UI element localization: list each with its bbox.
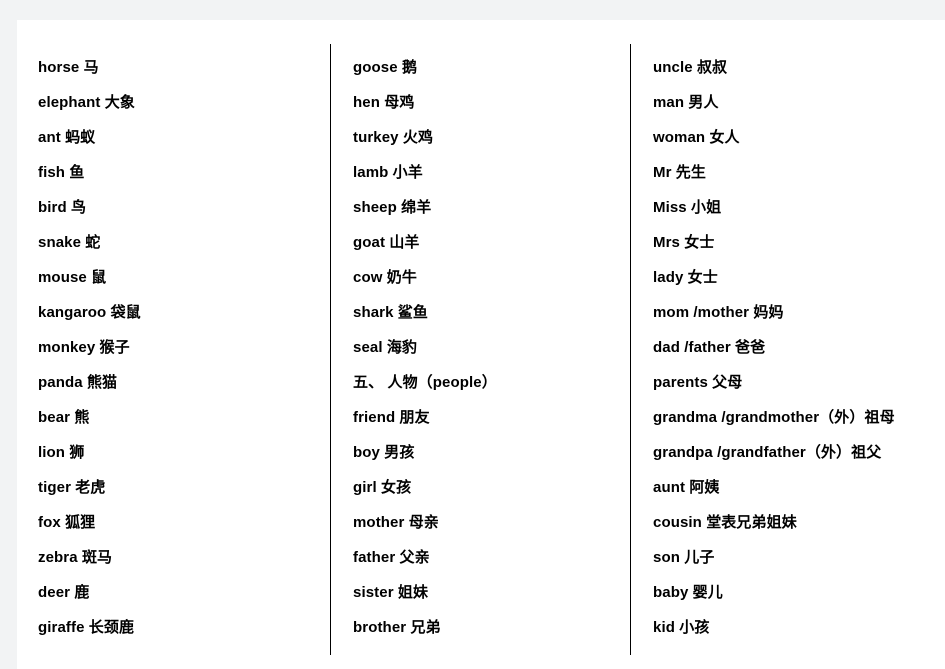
vocabulary-entry: man 男人	[653, 94, 719, 111]
vocabulary-entry: horse 马	[38, 59, 99, 76]
vocabulary-entry: sister 姐妹	[353, 584, 429, 601]
vocabulary-entry: aunt 阿姨	[653, 479, 720, 496]
vocabulary-entry: dad /father 爸爸	[653, 339, 766, 356]
vocabulary-entry: fox 狐狸	[38, 514, 96, 531]
vocabulary-entry: giraffe 长颈鹿	[38, 619, 135, 636]
vocabulary-entry: son 儿子	[653, 549, 715, 566]
column-3-people: uncle 叔叔 man 男人 woman 女人 Mr 先生 Miss 小姐 Mrs 女士…	[630, 44, 945, 655]
vocabulary-entry: lamb 小羊	[353, 164, 423, 181]
vocabulary-entry: bird 鸟	[38, 199, 87, 216]
vocabulary-entry: father 父亲	[353, 549, 430, 566]
vocabulary-entry: girl 女孩	[353, 479, 412, 496]
column-1-animals: horse 马 elephant 大象 ant 蚂蚁 fish 鱼 bird 鸟 snak…	[17, 44, 330, 655]
vocabulary-entry: lion 狮	[38, 444, 85, 461]
vocabulary-entry: seal 海豹	[353, 339, 418, 356]
vocabulary-entry: panda 熊猫	[38, 374, 118, 391]
vocabulary-table: horse 马 elephant 大象 ant 蚂蚁 fish 鱼 bird 鸟 snak…	[17, 44, 945, 669]
vocabulary-entry: tiger 老虎	[38, 479, 106, 496]
vocabulary-entry: parents 父母	[653, 374, 743, 391]
vocabulary-entry: Mr 先生	[653, 164, 707, 181]
vocabulary-entry: sheep 绵羊	[353, 199, 432, 216]
vocabulary-entry: fish 鱼	[38, 164, 85, 181]
section-heading: 五、 人物（people）	[353, 374, 497, 391]
vocabulary-entry: ant 蚂蚁	[38, 129, 96, 146]
vocabulary-entry: Mrs 女士	[653, 234, 715, 251]
vocabulary-entry: deer 鹿	[38, 584, 90, 601]
vocabulary-entry: Miss 小姐	[653, 199, 722, 216]
vocabulary-entry: friend 朋友	[353, 409, 430, 426]
vocabulary-entry: mom /mother 妈妈	[653, 304, 784, 321]
vocabulary-entry: kangaroo 袋鼠	[38, 304, 141, 321]
vocabulary-entry: monkey 猴子	[38, 339, 130, 356]
column-2-animals-people: goose 鹅 hen 母鸡 turkey 火鸡 lamb 小羊 sheep 绵羊 goa…	[330, 44, 630, 655]
vocabulary-entry: uncle 叔叔	[653, 59, 728, 76]
vocabulary-entry: cousin 堂表兄弟姐妹	[653, 514, 797, 531]
vocabulary-entry: kid 小孩	[653, 619, 710, 636]
vocabulary-entry: mother 母亲	[353, 514, 439, 531]
vocabulary-entry: grandma /grandmother（外）祖母	[653, 409, 895, 426]
vocabulary-entry: mouse 鼠	[38, 269, 107, 286]
vocabulary-entry: brother 兄弟	[353, 619, 441, 636]
document-page: horse 马 elephant 大象 ant 蚂蚁 fish 鱼 bird 鸟 snak…	[17, 20, 945, 669]
vocabulary-entry: boy 男孩	[353, 444, 415, 461]
vocabulary-entry: woman 女人	[653, 129, 740, 146]
vocabulary-entry: cow 奶牛	[353, 269, 417, 286]
vocabulary-entry: grandpa /grandfather（外）祖父	[653, 444, 882, 461]
vocabulary-entry: elephant 大象	[38, 94, 135, 111]
vocabulary-entry: hen 母鸡	[353, 94, 415, 111]
vocabulary-entry: snake 蛇	[38, 234, 101, 251]
vocabulary-entry: baby 婴儿	[653, 584, 723, 601]
vocabulary-entry: shark 鲨鱼	[353, 304, 428, 321]
vocabulary-entry: goose 鹅	[353, 59, 418, 76]
vocabulary-entry: zebra 斑马	[38, 549, 113, 566]
vocabulary-entry: turkey 火鸡	[353, 129, 434, 146]
vocabulary-entry: lady 女士	[653, 269, 718, 286]
vocabulary-entry: goat 山羊	[353, 234, 420, 251]
vocabulary-entry: bear 熊	[38, 409, 90, 426]
